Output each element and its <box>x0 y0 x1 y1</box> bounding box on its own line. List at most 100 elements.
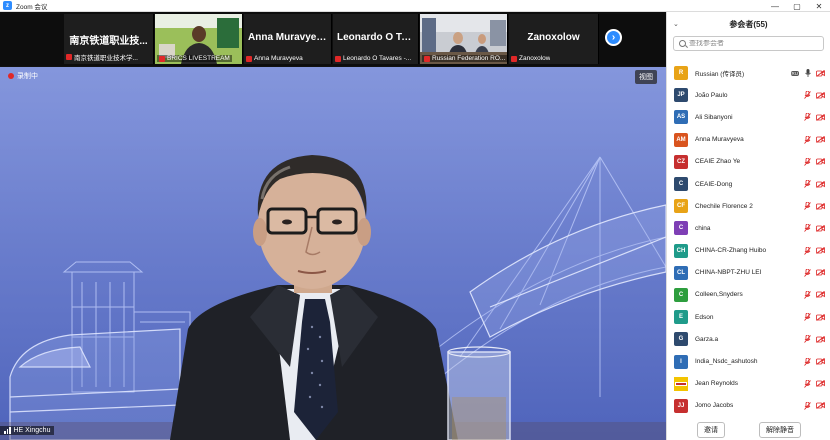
microphone-muted-icon[interactable] <box>804 401 811 410</box>
microphone-muted-icon[interactable] <box>804 357 811 366</box>
thumbnail-strip: 南京铁道职业技... 南京铁道职业技术学... BRICS LIVESTREAM… <box>0 12 666 66</box>
camera-off-icon[interactable] <box>816 202 825 210</box>
thumbnail-label: Russian Federation RO... <box>422 55 507 62</box>
chevron-right-icon: › <box>611 32 616 43</box>
logo-avatar-icon <box>674 376 688 391</box>
participant-row[interactable]: CF Chechile Florence 2 <box>667 195 830 217</box>
participants-panel: ⌄ 参会者(55) R Russian (传译员) RU JP João Paulo AS… <box>666 12 830 440</box>
camera-off-icon[interactable] <box>816 269 825 277</box>
participant-row[interactable]: JP João Paulo <box>667 84 830 106</box>
participant-row[interactable]: AM Anna Muravyeva <box>667 129 830 151</box>
thumbnail-tile[interactable]: Zanoxolow Zanoxolow <box>509 14 599 64</box>
thumbnail-name: 南京铁道职业技... <box>69 36 148 47</box>
maximize-button[interactable]: ▢ <box>786 0 808 12</box>
close-button[interactable]: ✕ <box>808 0 830 12</box>
thumbnail-name: Anna Muravyeva <box>248 32 328 43</box>
microphone-muted-icon[interactable] <box>804 113 811 122</box>
camera-off-icon[interactable] <box>816 335 825 343</box>
speaker-video-image <box>0 67 666 440</box>
microphone-icon[interactable] <box>804 69 811 78</box>
participant-status-icons <box>804 335 825 344</box>
avatar: CF <box>674 199 688 214</box>
microphone-muted-icon[interactable] <box>804 180 811 188</box>
chevron-down-icon[interactable]: ⌄ <box>673 20 679 28</box>
participant-row[interactable]: G Garza.a <box>667 328 830 350</box>
participant-status-icons <box>804 224 825 233</box>
camera-off-icon[interactable] <box>816 291 825 299</box>
participant-row[interactable]: R Russian (传译员) RU <box>667 62 830 84</box>
speaker-name: HE Xingchu <box>13 427 51 434</box>
camera-off-icon[interactable] <box>816 402 825 410</box>
participant-row[interactable]: C Colleen,Snyders <box>667 284 830 306</box>
participant-row[interactable]: CZ CEAIE Zhao Ye <box>667 151 830 173</box>
participant-search-input[interactable] <box>689 40 809 47</box>
camera-off-icon[interactable] <box>816 358 825 365</box>
microphone-muted-icon[interactable] <box>804 379 811 388</box>
camera-off-icon[interactable] <box>816 91 825 99</box>
microphone-muted-icon[interactable] <box>804 335 811 344</box>
participant-row[interactable]: CH CHINA-CR-Zhang Huibo <box>667 240 830 262</box>
thumbnail-label-text: Leonardo O Tavares -... <box>343 55 412 62</box>
participant-name: Colleen,Snyders <box>695 291 743 299</box>
participant-row[interactable]: JJ Jomo Jacobs <box>667 395 830 417</box>
camera-off-icon[interactable] <box>816 247 825 254</box>
participant-name: Garza.a <box>695 335 719 343</box>
microphone-muted-icon[interactable] <box>804 268 811 277</box>
active-speaker-video[interactable]: 录制中 视图 <box>0 67 666 440</box>
invite-button[interactable]: 邀请 <box>697 422 725 438</box>
avatar: JP <box>674 88 688 103</box>
mic-muted-icon <box>246 55 252 62</box>
avatar: C <box>674 177 688 192</box>
thumbnail-label-text: Anna Muravyeva <box>254 55 303 62</box>
camera-off-icon[interactable] <box>816 136 825 144</box>
thumbnail-tile[interactable]: BRICS LIVESTREAM <box>155 14 243 64</box>
participant-name: CHINA-CR-Zhang Huibo <box>695 247 767 255</box>
microphone-muted-icon[interactable] <box>804 202 811 211</box>
thumbnail-tile[interactable]: Russian Federation RO... <box>420 14 508 64</box>
camera-off-icon[interactable] <box>816 224 825 232</box>
participant-name: Jomo Jacobs <box>695 402 734 410</box>
participant-row[interactable]: I India_Nsdc_ashutosh <box>667 350 830 372</box>
microphone-muted-icon[interactable] <box>804 91 811 100</box>
participant-status-icons <box>804 113 825 122</box>
avatar: AS <box>674 110 688 125</box>
participant-name: India_Nsdc_ashutosh <box>695 358 758 366</box>
participant-status-icons <box>804 313 825 321</box>
participant-search[interactable] <box>673 36 824 51</box>
microphone-muted-icon[interactable] <box>804 157 811 166</box>
camera-off-icon[interactable] <box>816 380 825 388</box>
microphone-muted-icon[interactable] <box>804 224 811 233</box>
microphone-muted-icon[interactable] <box>804 135 811 144</box>
camera-off-icon[interactable] <box>816 180 825 188</box>
avatar: CZ <box>674 154 688 169</box>
thumbnail-label-text: Zanoxolow <box>519 55 551 62</box>
participant-name: CEAIE-Dong <box>695 180 733 188</box>
thumbnail-tile[interactable]: 南京铁道职业技... 南京铁道职业技术学... <box>64 14 154 64</box>
participant-name: CEAIE Zhao Ye <box>695 158 741 166</box>
microphone-muted-icon[interactable] <box>804 313 811 321</box>
mic-muted-icon <box>335 55 341 62</box>
mic-muted-icon <box>511 55 517 62</box>
microphone-muted-icon[interactable] <box>804 290 811 299</box>
minimize-button[interactable]: — <box>764 0 786 12</box>
avatar: G <box>674 332 688 347</box>
view-button[interactable]: 视图 <box>635 70 657 84</box>
camera-off-icon[interactable] <box>816 313 825 321</box>
participant-row[interactable]: AS Ali Sibanyoni <box>667 106 830 128</box>
camera-off-icon[interactable] <box>816 69 825 77</box>
participant-row[interactable]: E Edson <box>667 306 830 328</box>
participant-row[interactable]: Jean Reynolds <box>667 373 830 395</box>
camera-off-icon[interactable] <box>816 113 825 121</box>
camera-off-icon[interactable] <box>816 158 825 166</box>
participant-row[interactable]: CL CHINA-NBPT-ZHU LEI <box>667 262 830 284</box>
next-page-button[interactable]: › <box>605 29 622 46</box>
thumbnail-tile[interactable]: Leonardo O Tav... Leonardo O Tavares -..… <box>333 14 419 64</box>
participant-name: Jean Reynolds <box>695 380 738 388</box>
thumbnail-tile[interactable]: Anna Muravyeva Anna Muravyeva <box>244 14 332 64</box>
participant-row[interactable]: Cchina <box>667 217 830 239</box>
unmute-all-button[interactable]: 解除静音 <box>759 422 801 438</box>
participant-row[interactable]: C CEAIE-Dong <box>667 173 830 195</box>
microphone-muted-icon[interactable] <box>804 246 811 255</box>
signal-strength-icon <box>4 427 11 434</box>
avatar: CL <box>674 265 688 280</box>
